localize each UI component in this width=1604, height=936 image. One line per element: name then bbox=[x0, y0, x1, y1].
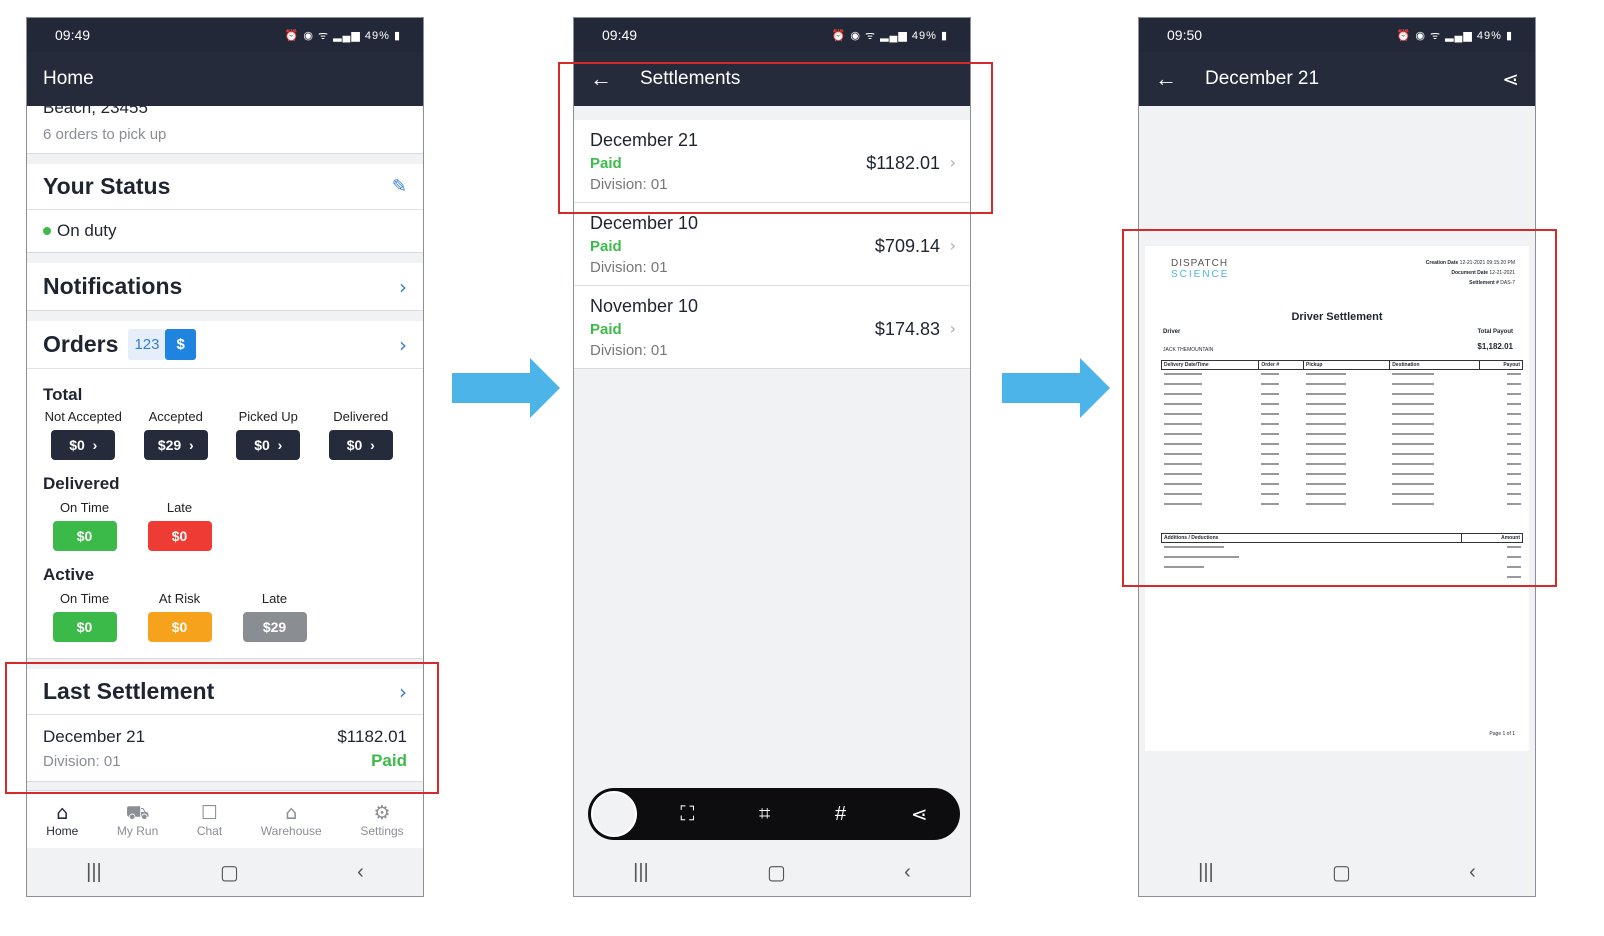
back-nav-icon[interactable]: ‹ bbox=[904, 861, 911, 884]
home-icon: ⌂ bbox=[56, 801, 69, 824]
settlement-amount: $709.14 bbox=[874, 236, 940, 256]
gear-icon: ⚙ bbox=[373, 801, 391, 824]
address-text: Beach, 23455 bbox=[43, 106, 148, 117]
truck-icon: ⛟ bbox=[125, 801, 150, 824]
tab-warehouse[interactable]: ⌂ Warehouse bbox=[261, 802, 322, 838]
share-icon[interactable]: ⋖ bbox=[1502, 67, 1519, 92]
settlement-list-item[interactable]: December 10 Paid Division: 01 $709.14 › bbox=[574, 203, 970, 286]
settlement-division: Division: 01 bbox=[590, 259, 668, 276]
chat-icon: ☐ bbox=[201, 801, 219, 824]
back-nav-icon[interactable]: ‹ bbox=[1469, 861, 1476, 884]
on-duty-dot-icon bbox=[43, 227, 51, 235]
not-accepted-button[interactable]: $0 › bbox=[51, 430, 116, 460]
settlement-list-item[interactable]: November 10 Paid Division: 01 $174.83 › bbox=[574, 286, 970, 369]
home-button-icon[interactable]: ▢ bbox=[220, 860, 239, 885]
tab-my-run[interactable]: ⛟ My Run bbox=[117, 802, 158, 838]
status-time: 09:49 bbox=[55, 27, 91, 43]
app-header: Home bbox=[27, 52, 423, 106]
scroll-capture-icon[interactable]: ⛶ bbox=[680, 803, 694, 826]
settlement-amount: $174.83 bbox=[874, 319, 940, 339]
notifications-row[interactable]: Notifications › bbox=[27, 263, 423, 311]
delivered-on-time-button[interactable]: $0 bbox=[52, 521, 117, 551]
home-button-icon[interactable]: ▢ bbox=[767, 860, 786, 885]
status-bar: 09:49 ⏰ ◉ ᯤ ▂▄▆ 49% ▮ bbox=[574, 18, 970, 52]
settlement-date: December 10 bbox=[590, 213, 699, 233]
orders-card: Orders 123 $ › Total Not Accepted Accept… bbox=[27, 321, 423, 659]
screenshot-toolbar: ⛶ ⌗ # ⋖ bbox=[588, 788, 960, 840]
settlement-division: Division: 01 bbox=[590, 342, 668, 359]
back-nav-icon[interactable]: ‹ bbox=[357, 861, 364, 884]
active-at-risk-button[interactable]: $0 bbox=[147, 612, 212, 642]
hashtag-icon[interactable]: # bbox=[835, 803, 846, 826]
status-time: 09:50 bbox=[1167, 27, 1203, 43]
pickup-summary-card[interactable]: Beach, 23455 6 orders to pick up bbox=[27, 106, 423, 154]
crop-icon[interactable]: ⌗ bbox=[759, 803, 770, 826]
delivered-title: Delivered bbox=[43, 474, 120, 493]
highlight-last-settlement bbox=[5, 662, 439, 794]
warehouse-icon: ⌂ bbox=[285, 801, 298, 824]
app-header: ← December 21 ⋖ bbox=[1139, 52, 1535, 106]
chevron-right-icon: › bbox=[399, 274, 407, 299]
system-nav-bar: ||| ▢ ‹ bbox=[27, 848, 423, 896]
flow-arrow-icon bbox=[452, 358, 560, 418]
chevron-right-icon: › bbox=[399, 332, 407, 357]
status-bar: 09:49 ⏰ ◉ ᯤ ▂▄▆ 49% ▮ bbox=[27, 18, 423, 52]
total-label: Delivered bbox=[333, 409, 389, 424]
tab-home[interactable]: ⌂ Home bbox=[46, 802, 78, 838]
delivered-label: On Time bbox=[59, 500, 110, 515]
active-on-time-button[interactable]: $0 bbox=[52, 612, 117, 642]
delivered-label: Late bbox=[166, 500, 193, 515]
status-bar: 09:50 ⏰ ◉ ᯤ ▂▄▆ 49% ▮ bbox=[1139, 18, 1535, 52]
delivered-late-button[interactable]: $0 bbox=[147, 521, 212, 551]
delivered-total-button[interactable]: $0 › bbox=[328, 430, 393, 460]
screenshot-thumbnail[interactable] bbox=[591, 791, 637, 837]
chevron-right-icon: › bbox=[949, 319, 956, 338]
active-label: Late bbox=[261, 591, 288, 606]
active-label: On Time bbox=[59, 591, 110, 606]
recents-icon[interactable]: ||| bbox=[86, 861, 102, 884]
total-label: Accepted bbox=[148, 409, 203, 424]
orders-dollar-toggle[interactable]: $ bbox=[165, 329, 196, 360]
page-number: Page 1 of 1 bbox=[1489, 731, 1515, 737]
active-late-button[interactable]: $29 bbox=[242, 612, 307, 642]
orders-title: Orders bbox=[43, 331, 119, 357]
tab-chat[interactable]: ☐ Chat bbox=[197, 802, 222, 838]
system-nav-bar: ||| ▢ ‹ bbox=[1139, 848, 1535, 896]
status-time: 09:49 bbox=[602, 27, 638, 43]
recents-icon[interactable]: ||| bbox=[633, 861, 649, 884]
your-status-card: Your Status ✎ On duty bbox=[27, 164, 423, 253]
total-label: Not Accepted bbox=[44, 409, 122, 424]
status-icons: ⏰ ◉ ᯤ ▂▄▆ 49% ▮ bbox=[831, 29, 948, 42]
share-icon[interactable]: ⋖ bbox=[911, 802, 928, 827]
total-title: Total bbox=[43, 385, 83, 404]
status-icons: ⏰ ◉ ᯤ ▂▄▆ 49% ▮ bbox=[284, 29, 401, 42]
tab-settings[interactable]: ⚙ Settings bbox=[360, 802, 403, 838]
orders-count-toggle[interactable]: 123 bbox=[128, 329, 166, 360]
notifications-title: Notifications bbox=[43, 273, 183, 299]
active-title: Active bbox=[43, 565, 95, 584]
system-nav-bar: ||| ▢ ‹ bbox=[574, 848, 970, 896]
back-arrow-icon[interactable]: ← bbox=[1155, 66, 1205, 92]
orders-to-pick-text: 6 orders to pick up bbox=[43, 126, 167, 143]
page-title: December 21 bbox=[1205, 68, 1320, 89]
accepted-button[interactable]: $29 › bbox=[143, 430, 208, 460]
your-status-title: Your Status bbox=[43, 173, 171, 199]
flow-arrow-icon bbox=[1002, 358, 1110, 418]
recents-icon[interactable]: ||| bbox=[1198, 861, 1214, 884]
home-button-icon[interactable]: ▢ bbox=[1332, 860, 1351, 885]
picked-up-button[interactable]: $0 › bbox=[236, 430, 301, 460]
highlight-settlement-document bbox=[1122, 229, 1557, 587]
total-label: Picked Up bbox=[238, 409, 298, 424]
orders-header-row[interactable]: Orders 123 $ › bbox=[27, 321, 423, 369]
edit-pencil-icon[interactable]: ✎ bbox=[392, 176, 407, 197]
highlight-settlement-item bbox=[558, 62, 993, 214]
status-icons: ⏰ ◉ ᯤ ▂▄▆ 49% ▮ bbox=[1396, 29, 1513, 42]
chevron-right-icon: › bbox=[949, 236, 956, 255]
settlement-date: November 10 bbox=[590, 296, 699, 316]
active-label: At Risk bbox=[158, 591, 201, 606]
page-title: Home bbox=[43, 68, 94, 89]
duty-status: On duty bbox=[57, 221, 117, 240]
bottom-tab-bar: ⌂ Home ⛟ My Run ☐ Chat ⌂ Warehouse ⚙ Settings bbox=[27, 790, 423, 848]
